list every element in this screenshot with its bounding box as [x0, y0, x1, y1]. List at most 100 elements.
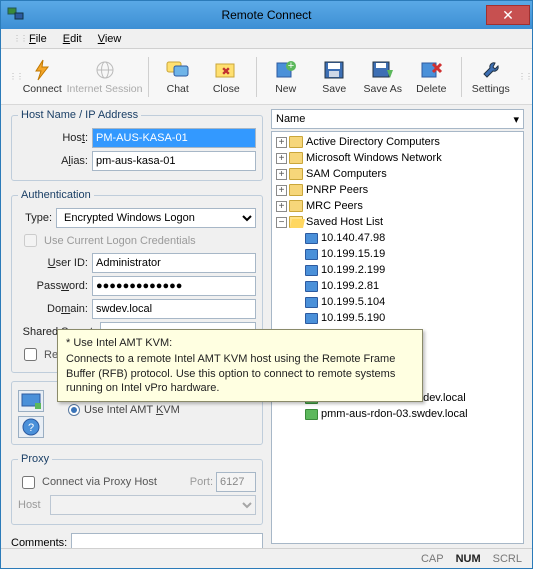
internet-session-button: Internet Session: [70, 52, 140, 102]
monitor-icon: [305, 313, 318, 324]
menu-grip: ⋮⋮: [7, 34, 19, 43]
menu-edit[interactable]: Edit: [57, 31, 88, 47]
host-group-legend: Host Name / IP Address: [18, 109, 141, 121]
save-button[interactable]: Save: [313, 52, 356, 102]
tree-label: PNRP Peers: [306, 184, 368, 196]
alias-label: Alias:: [18, 155, 88, 167]
expand-icon[interactable]: +: [276, 169, 287, 180]
delete-icon: [417, 58, 445, 82]
viewer-icons: ?: [18, 390, 44, 438]
folder-icon: [289, 168, 303, 180]
svg-text:✖: ✖: [222, 66, 231, 78]
toolbar-sep: [461, 57, 462, 97]
tree-label: 10.140.47.98: [321, 232, 385, 244]
tree-label: 10.199.15.19: [321, 248, 385, 260]
auth-type-select[interactable]: Encrypted Windows Logon: [56, 208, 256, 228]
tree-label: Saved Host List: [306, 216, 383, 228]
proxy-host-label: Host: [18, 499, 46, 511]
body: Host Name / IP Address Host: Alias: Auth…: [1, 105, 532, 548]
tree-header[interactable]: Name ▾: [271, 109, 524, 129]
tooltip-title: * Use Intel AMT KVM:: [66, 336, 414, 350]
domain-input[interactable]: [92, 299, 256, 319]
tree-label: Active Directory Computers: [306, 136, 440, 148]
toolbar: ⋮⋮ Connect Internet Session Chat ✖ Close…: [1, 49, 532, 105]
chevron-down-icon: ▾: [513, 113, 519, 126]
tree-label: SAM Computers: [306, 168, 387, 180]
folder-open-icon: [289, 216, 303, 228]
tree-node[interactable]: pmm-aus-rdon-03.swdev.local: [272, 406, 523, 422]
password-input[interactable]: [92, 276, 256, 296]
userid-input[interactable]: [92, 253, 256, 273]
tree-node[interactable]: 10.199.5.190: [272, 310, 523, 326]
tree-node[interactable]: − Saved Host List: [272, 214, 523, 230]
svg-text:+: +: [287, 60, 293, 72]
toolbar-sep: [148, 57, 149, 97]
status-cap: CAP: [421, 553, 444, 565]
tree-label: 10.199.2.199: [321, 264, 385, 276]
domain-label: Domain:: [18, 303, 88, 315]
tree-node[interactable]: 10.199.2.81: [272, 278, 523, 294]
titlebar: Remote Connect ✕: [1, 1, 532, 29]
saveas-icon: [369, 58, 397, 82]
proxy-host-select: [50, 495, 256, 515]
new-button[interactable]: + New: [264, 52, 307, 102]
expand-icon[interactable]: +: [276, 153, 287, 164]
tree-node[interactable]: 10.199.5.104: [272, 294, 523, 310]
tree-node[interactable]: +Microsoft Windows Network: [272, 150, 523, 166]
close-button[interactable]: ✖ Close: [205, 52, 248, 102]
svg-text:?: ?: [28, 422, 34, 434]
tree-node[interactable]: + PNRP Peers: [272, 182, 523, 198]
new-icon: +: [272, 58, 300, 82]
alias-input[interactable]: [92, 151, 256, 171]
settings-button[interactable]: Settings: [470, 52, 513, 102]
monitor-icon: [18, 390, 44, 412]
folder-icon: [289, 200, 303, 212]
menu-view[interactable]: View: [92, 31, 128, 47]
host-label: Host:: [18, 132, 88, 144]
tree-node[interactable]: +MRC Peers: [272, 198, 523, 214]
help-icon[interactable]: ?: [18, 416, 44, 438]
remote-connect-window: Remote Connect ✕ ⋮⋮ File Edit View ⋮⋮ Co…: [0, 0, 533, 569]
chat-icon: [164, 58, 192, 82]
auth-legend: Authentication: [18, 189, 94, 201]
tree-node[interactable]: + SAM Computers: [272, 166, 523, 182]
chat-button[interactable]: Chat: [156, 52, 199, 102]
menubar: ⋮⋮ File Edit View: [1, 29, 532, 49]
port-label: Port:: [190, 476, 213, 488]
type-label: Type:: [18, 212, 52, 224]
tree-label: 10.199.5.104: [321, 296, 385, 308]
toolbar-grip: ⋮⋮: [9, 74, 15, 79]
folder-icon: [289, 136, 303, 148]
expand-icon[interactable]: −: [276, 217, 287, 228]
delete-button[interactable]: Delete: [410, 52, 453, 102]
tree-node[interactable]: 10.140.47.98: [272, 230, 523, 246]
expand-icon[interactable]: +: [276, 185, 287, 196]
monitor-icon: [305, 233, 318, 244]
proxy-legend: Proxy: [18, 453, 52, 465]
monitor-icon: [305, 409, 318, 420]
toolbar-sep: [256, 57, 257, 97]
password-label: Password:: [18, 280, 88, 292]
tree-label: pmm-aus-rdon-03.swdev.local: [321, 408, 468, 420]
saveas-button[interactable]: Save As: [362, 52, 405, 102]
right-column: Name ▾ + Active Directory Computers +Micro…: [269, 105, 532, 548]
connect-button[interactable]: Connect: [21, 52, 64, 102]
left-column: Host Name / IP Address Host: Alias: Auth…: [1, 105, 269, 548]
globe-icon: [91, 58, 119, 82]
host-input[interactable]: [92, 128, 256, 148]
menu-file[interactable]: File: [23, 31, 53, 47]
intel-amt-radio[interactable]: Use Intel AMT KVM: [68, 404, 256, 416]
tree-node[interactable]: + Active Directory Computers: [272, 134, 523, 150]
wrench-icon: [477, 58, 505, 82]
tooltip-body: Connects to a remote Intel AMT KVM host …: [66, 352, 414, 395]
expand-icon[interactable]: +: [276, 137, 287, 148]
save-icon: [320, 58, 348, 82]
status-num: NUM: [456, 553, 481, 565]
expand-icon[interactable]: +: [276, 201, 287, 212]
monitor-icon: [305, 297, 318, 308]
statusbar: CAP NUM SCRL: [1, 548, 532, 568]
tooltip: * Use Intel AMT KVM: Connects to a remot…: [57, 329, 423, 402]
tree-node[interactable]: 10.199.2.199: [272, 262, 523, 278]
tree-node[interactable]: 10.199.15.19: [272, 246, 523, 262]
proxy-connect-checkbox[interactable]: Connect via Proxy Host: [18, 473, 157, 492]
